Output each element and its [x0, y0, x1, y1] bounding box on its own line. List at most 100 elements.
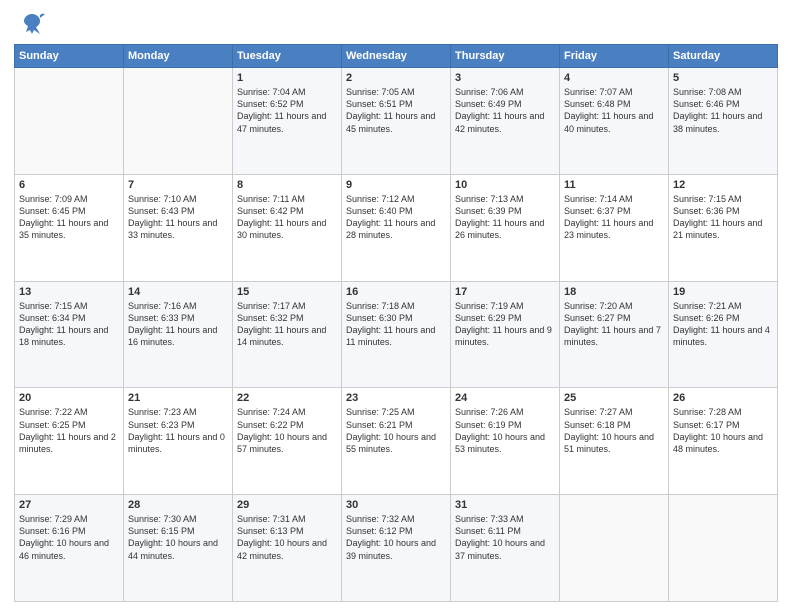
logo-bird-icon	[18, 10, 46, 38]
day-number: 18	[564, 286, 664, 298]
day-number: 12	[673, 179, 773, 191]
calendar-cell: 10 Sunrise: 7:13 AM Sunset: 6:39 PM Dayli…	[451, 174, 560, 281]
day-number: 1	[237, 72, 337, 84]
calendar-cell: 6 Sunrise: 7:09 AM Sunset: 6:45 PM Daylig…	[15, 174, 124, 281]
day-info: Sunrise: 7:13 AM Sunset: 6:39 PM Dayligh…	[455, 193, 555, 242]
weekday-header: Wednesday	[342, 45, 451, 68]
weekday-header: Sunday	[15, 45, 124, 68]
calendar-cell: 25 Sunrise: 7:27 AM Sunset: 6:18 PM Dayli…	[560, 388, 669, 495]
day-number: 13	[19, 286, 119, 298]
day-info: Sunrise: 7:15 AM Sunset: 6:34 PM Dayligh…	[19, 300, 119, 349]
calendar-cell: 13 Sunrise: 7:15 AM Sunset: 6:34 PM Dayli…	[15, 281, 124, 388]
calendar-cell: 8 Sunrise: 7:11 AM Sunset: 6:42 PM Daylig…	[233, 174, 342, 281]
day-number: 22	[237, 392, 337, 404]
day-number: 31	[455, 499, 555, 511]
day-number: 17	[455, 286, 555, 298]
day-number: 29	[237, 499, 337, 511]
calendar-cell: 23 Sunrise: 7:25 AM Sunset: 6:21 PM Dayli…	[342, 388, 451, 495]
day-info: Sunrise: 7:21 AM Sunset: 6:26 PM Dayligh…	[673, 300, 773, 349]
day-info: Sunrise: 7:19 AM Sunset: 6:29 PM Dayligh…	[455, 300, 555, 349]
page: SundayMondayTuesdayWednesdayThursdayFrid…	[0, 0, 792, 612]
calendar-cell: 12 Sunrise: 7:15 AM Sunset: 6:36 PM Dayli…	[669, 174, 778, 281]
weekday-header: Friday	[560, 45, 669, 68]
calendar-cell: 9 Sunrise: 7:12 AM Sunset: 6:40 PM Daylig…	[342, 174, 451, 281]
day-number: 30	[346, 499, 446, 511]
day-info: Sunrise: 7:27 AM Sunset: 6:18 PM Dayligh…	[564, 406, 664, 455]
day-number: 14	[128, 286, 228, 298]
day-number: 4	[564, 72, 664, 84]
calendar-cell: 14 Sunrise: 7:16 AM Sunset: 6:33 PM Dayli…	[124, 281, 233, 388]
day-info: Sunrise: 7:15 AM Sunset: 6:36 PM Dayligh…	[673, 193, 773, 242]
day-number: 15	[237, 286, 337, 298]
calendar-cell: 16 Sunrise: 7:18 AM Sunset: 6:30 PM Dayli…	[342, 281, 451, 388]
calendar-cell: 26 Sunrise: 7:28 AM Sunset: 6:17 PM Dayli…	[669, 388, 778, 495]
calendar-cell: 17 Sunrise: 7:19 AM Sunset: 6:29 PM Dayli…	[451, 281, 560, 388]
day-info: Sunrise: 7:07 AM Sunset: 6:48 PM Dayligh…	[564, 86, 664, 135]
day-number: 26	[673, 392, 773, 404]
day-number: 24	[455, 392, 555, 404]
day-info: Sunrise: 7:17 AM Sunset: 6:32 PM Dayligh…	[237, 300, 337, 349]
day-info: Sunrise: 7:29 AM Sunset: 6:16 PM Dayligh…	[19, 513, 119, 562]
day-number: 6	[19, 179, 119, 191]
day-info: Sunrise: 7:18 AM Sunset: 6:30 PM Dayligh…	[346, 300, 446, 349]
calendar-cell: 3Sunrise: 7:06 AM Sunset: 6:49 PM Daylig…	[451, 68, 560, 175]
day-number: 28	[128, 499, 228, 511]
logo	[14, 10, 46, 38]
day-info: Sunrise: 7:20 AM Sunset: 6:27 PM Dayligh…	[564, 300, 664, 349]
day-number: 25	[564, 392, 664, 404]
calendar-cell	[560, 495, 669, 602]
day-info: Sunrise: 7:33 AM Sunset: 6:11 PM Dayligh…	[455, 513, 555, 562]
calendar-cell: 20 Sunrise: 7:22 AM Sunset: 6:25 PM Dayli…	[15, 388, 124, 495]
calendar-cell: 2Sunrise: 7:05 AM Sunset: 6:51 PM Daylig…	[342, 68, 451, 175]
calendar-cell: 29 Sunrise: 7:31 AM Sunset: 6:13 PM Dayli…	[233, 495, 342, 602]
day-number: 20	[19, 392, 119, 404]
day-number: 9	[346, 179, 446, 191]
weekday-header: Monday	[124, 45, 233, 68]
day-info: Sunrise: 7:28 AM Sunset: 6:17 PM Dayligh…	[673, 406, 773, 455]
day-number: 16	[346, 286, 446, 298]
calendar-cell	[124, 68, 233, 175]
day-info: Sunrise: 7:14 AM Sunset: 6:37 PM Dayligh…	[564, 193, 664, 242]
day-info: Sunrise: 7:12 AM Sunset: 6:40 PM Dayligh…	[346, 193, 446, 242]
calendar-cell: 4 Sunrise: 7:07 AM Sunset: 6:48 PM Daylig…	[560, 68, 669, 175]
calendar-cell: 24 Sunrise: 7:26 AM Sunset: 6:19 PM Dayli…	[451, 388, 560, 495]
day-info: Sunrise: 7:31 AM Sunset: 6:13 PM Dayligh…	[237, 513, 337, 562]
weekday-header: Tuesday	[233, 45, 342, 68]
day-info: Sunrise: 7:25 AM Sunset: 6:21 PM Dayligh…	[346, 406, 446, 455]
calendar-cell: 27Sunrise: 7:29 AM Sunset: 6:16 PM Dayli…	[15, 495, 124, 602]
calendar-table: SundayMondayTuesdayWednesdayThursdayFrid…	[14, 44, 778, 602]
day-info: Sunrise: 7:09 AM Sunset: 6:45 PM Dayligh…	[19, 193, 119, 242]
day-number: 23	[346, 392, 446, 404]
calendar-cell: 22 Sunrise: 7:24 AM Sunset: 6:22 PM Dayli…	[233, 388, 342, 495]
day-info: Sunrise: 7:04 AM Sunset: 6:52 PM Dayligh…	[237, 86, 337, 135]
day-number: 11	[564, 179, 664, 191]
day-number: 7	[128, 179, 228, 191]
calendar-cell: 15 Sunrise: 7:17 AM Sunset: 6:32 PM Dayli…	[233, 281, 342, 388]
calendar-cell: 21Sunrise: 7:23 AM Sunset: 6:23 PM Dayli…	[124, 388, 233, 495]
day-info: Sunrise: 7:30 AM Sunset: 6:15 PM Dayligh…	[128, 513, 228, 562]
weekday-header: Saturday	[669, 45, 778, 68]
day-info: Sunrise: 7:26 AM Sunset: 6:19 PM Dayligh…	[455, 406, 555, 455]
day-info: Sunrise: 7:11 AM Sunset: 6:42 PM Dayligh…	[237, 193, 337, 242]
day-number: 5	[673, 72, 773, 84]
calendar-cell: 31 Sunrise: 7:33 AM Sunset: 6:11 PM Dayli…	[451, 495, 560, 602]
calendar-cell: 30 Sunrise: 7:32 AM Sunset: 6:12 PM Dayli…	[342, 495, 451, 602]
day-info: Sunrise: 7:10 AM Sunset: 6:43 PM Dayligh…	[128, 193, 228, 242]
weekday-header: Thursday	[451, 45, 560, 68]
calendar-cell: 19Sunrise: 7:21 AM Sunset: 6:26 PM Dayli…	[669, 281, 778, 388]
calendar-cell: 5 Sunrise: 7:08 AM Sunset: 6:46 PM Daylig…	[669, 68, 778, 175]
day-number: 10	[455, 179, 555, 191]
day-info: Sunrise: 7:06 AM Sunset: 6:49 PM Dayligh…	[455, 86, 555, 135]
day-info: Sunrise: 7:16 AM Sunset: 6:33 PM Dayligh…	[128, 300, 228, 349]
calendar-cell: 11 Sunrise: 7:14 AM Sunset: 6:37 PM Dayli…	[560, 174, 669, 281]
day-info: Sunrise: 7:24 AM Sunset: 6:22 PM Dayligh…	[237, 406, 337, 455]
day-info: Sunrise: 7:32 AM Sunset: 6:12 PM Dayligh…	[346, 513, 446, 562]
day-info: Sunrise: 7:05 AM Sunset: 6:51 PM Dayligh…	[346, 86, 446, 135]
day-number: 8	[237, 179, 337, 191]
calendar-cell	[15, 68, 124, 175]
calendar-cell: 1 Sunrise: 7:04 AM Sunset: 6:52 PM Daylig…	[233, 68, 342, 175]
day-info: Sunrise: 7:08 AM Sunset: 6:46 PM Dayligh…	[673, 86, 773, 135]
day-info: Sunrise: 7:22 AM Sunset: 6:25 PM Dayligh…	[19, 406, 119, 455]
day-info: Sunrise: 7:23 AM Sunset: 6:23 PM Dayligh…	[128, 406, 228, 455]
calendar-cell: 18 Sunrise: 7:20 AM Sunset: 6:27 PM Dayli…	[560, 281, 669, 388]
